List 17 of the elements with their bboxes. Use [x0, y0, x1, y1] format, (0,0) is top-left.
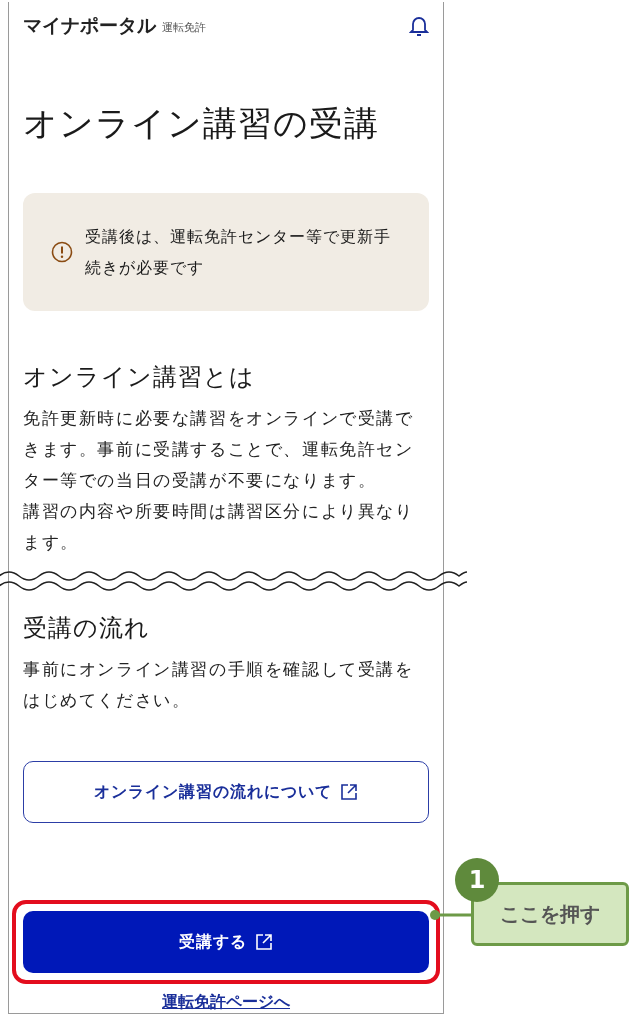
start-button[interactable]: 受講する: [23, 911, 429, 973]
body-text: 事前にオンライン講習の手順を確認して受講をはじめてください。: [23, 659, 415, 712]
body-text: 講習の内容や所要時間は講習区分により異なります。: [23, 501, 415, 554]
section-heading: 受講の流れ: [23, 613, 151, 644]
leader-line: [428, 908, 474, 922]
license-page-link[interactable]: 運転免許ページへ: [162, 992, 290, 1013]
external-link-icon: [340, 783, 358, 801]
body-text: 免許更新時に必要な講習をオンラインで受講できます。事前に受講することで、運転免許センター等での当日の受講が不要になります。: [23, 408, 415, 492]
bell-icon[interactable]: [409, 14, 429, 37]
app-name: マイナポータル: [23, 12, 156, 38]
guide-button[interactable]: オンライン講習の流れについて: [23, 761, 429, 823]
page-title: オンライン講習の受講: [23, 102, 380, 145]
alert-text: 受講後は、運転免許センター等で更新手続きが必要です: [85, 226, 392, 279]
warning-icon: [51, 241, 73, 263]
external-link-icon: [255, 933, 273, 951]
section-label: 運転免許: [162, 20, 207, 35]
section-heading: オンライン講習とは: [23, 362, 256, 393]
